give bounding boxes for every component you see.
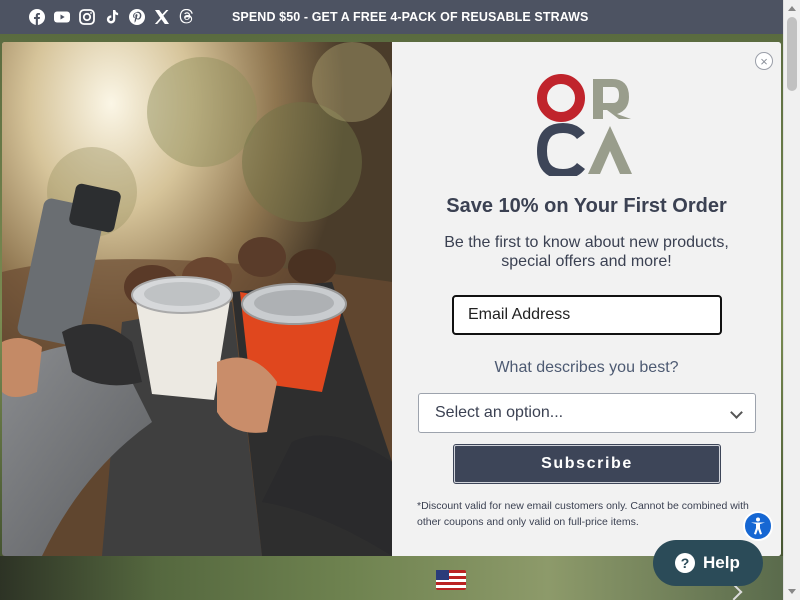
- tiktok-icon[interactable]: [104, 9, 120, 25]
- instagram-icon[interactable]: [79, 9, 95, 25]
- photo-illustration: [2, 42, 392, 556]
- describe-select[interactable]: Select an option...: [418, 393, 756, 433]
- close-button[interactable]: ×: [755, 52, 773, 70]
- facebook-icon[interactable]: [29, 9, 45, 25]
- offer-headline: Save 10% on Your First Order: [446, 195, 727, 217]
- discount-disclaimer: *Discount valid for new email customers …: [417, 500, 749, 528]
- orca-logo: [537, 74, 632, 176]
- scroll-up-icon[interactable]: [788, 6, 796, 11]
- scroll-down-icon[interactable]: [788, 589, 796, 594]
- us-flag-icon: [436, 570, 466, 590]
- chevron-down-icon: [730, 406, 743, 419]
- help-label: Help: [703, 553, 740, 572]
- youtube-icon[interactable]: [54, 9, 70, 25]
- social-links: [29, 9, 195, 25]
- announcement-bar: SPEND $50 - GET A FREE 4-PACK OF REUSABL…: [0, 0, 783, 34]
- x-icon[interactable]: [154, 9, 170, 25]
- promo-photo: [2, 42, 392, 556]
- pinterest-icon[interactable]: [129, 9, 145, 25]
- help-button[interactable]: ? Help: [653, 540, 763, 586]
- scroll-thumb[interactable]: [787, 17, 797, 91]
- signup-content: × Save 10% on Your First Order Be the fi…: [392, 42, 781, 556]
- help-icon: ?: [675, 553, 695, 573]
- threads-icon[interactable]: [179, 9, 195, 25]
- email-field[interactable]: [452, 295, 722, 335]
- describe-question: What describes you best?: [494, 359, 679, 376]
- promo-text[interactable]: SPEND $50 - GET A FREE 4-PACK OF REUSABL…: [232, 10, 588, 24]
- signup-modal: × Save 10% on Your First Order Be the fi…: [2, 42, 781, 556]
- page-scrollbar[interactable]: [783, 0, 800, 600]
- subscribe-button[interactable]: Subscribe: [453, 444, 721, 484]
- offer-subtext: Be the first to know about new products,…: [444, 234, 729, 270]
- select-value: Select an option...: [435, 404, 564, 421]
- accessibility-icon[interactable]: [743, 511, 773, 541]
